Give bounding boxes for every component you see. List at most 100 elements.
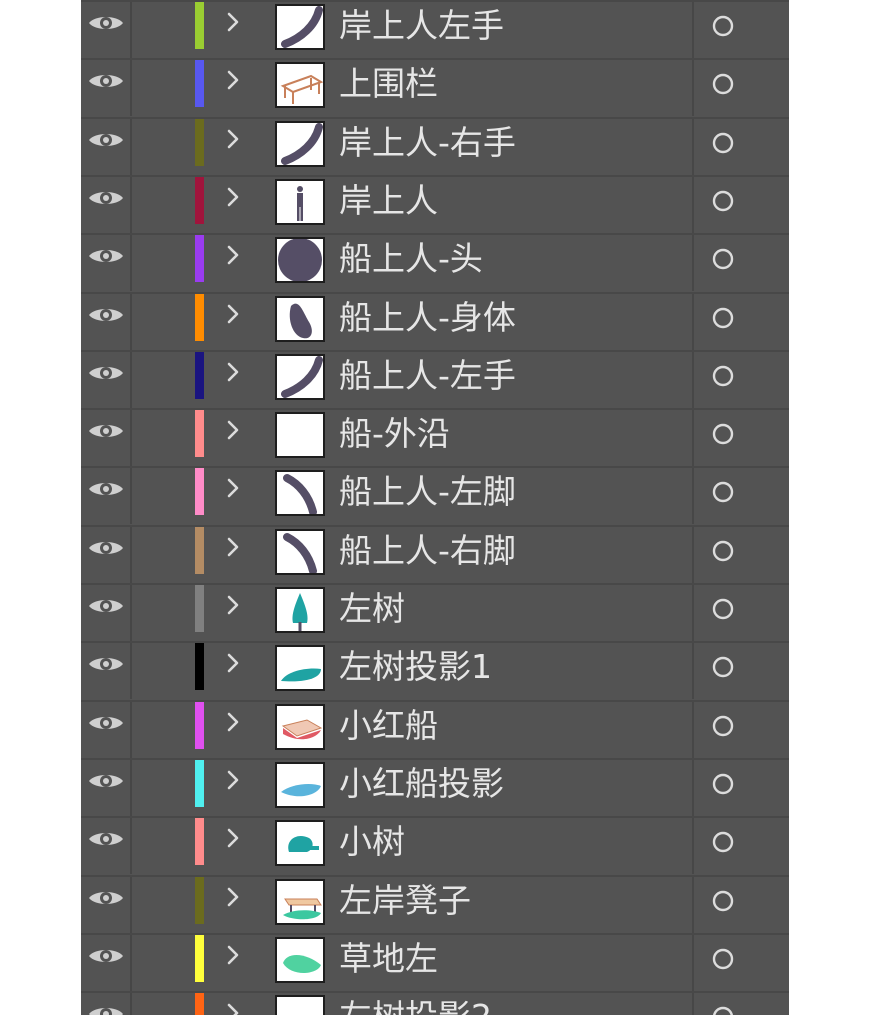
layer-name[interactable]: 上围栏 <box>339 60 438 108</box>
layer-name[interactable]: 左树 <box>339 585 405 633</box>
layer-name[interactable]: 船上人-右脚 <box>339 527 516 575</box>
expand-layer-button[interactable] <box>222 818 244 858</box>
visibility-toggle[interactable] <box>81 2 132 58</box>
layer-name[interactable]: 左树投影1 <box>339 643 492 691</box>
lock-toggle[interactable] <box>132 760 192 816</box>
layer-name[interactable]: 船上人-左脚 <box>339 468 516 516</box>
visibility-toggle[interactable] <box>81 818 132 875</box>
lock-toggle[interactable] <box>132 352 192 408</box>
target-layer-button[interactable] <box>711 422 735 446</box>
target-layer-button[interactable] <box>711 247 735 271</box>
lock-toggle[interactable] <box>132 935 192 991</box>
target-layer-button[interactable] <box>711 539 735 563</box>
layer-row[interactable]: 左树 <box>81 583 789 641</box>
lock-toggle[interactable] <box>132 818 192 874</box>
layer-name[interactable]: 小红船 <box>339 702 438 750</box>
target-layer-button[interactable] <box>711 889 735 913</box>
target-layer-button[interactable] <box>711 830 735 854</box>
layer-row[interactable]: 小红船 <box>81 699 789 758</box>
target-layer-button[interactable] <box>711 364 735 388</box>
expand-layer-button[interactable] <box>222 877 244 917</box>
layer-name[interactable]: 岸上人 <box>339 177 438 225</box>
target-layer-button[interactable] <box>711 655 735 679</box>
expand-layer-button[interactable] <box>222 760 244 800</box>
expand-layer-button[interactable] <box>222 702 244 742</box>
layer-name[interactable]: 船-外沿 <box>339 410 450 458</box>
layer-row[interactable]: 岸上人-右手 <box>81 116 789 175</box>
lock-toggle[interactable] <box>132 60 192 116</box>
lock-toggle[interactable] <box>132 177 192 233</box>
layer-name[interactable]: 船上人-头 <box>339 235 483 283</box>
expand-layer-button[interactable] <box>222 468 244 508</box>
visibility-toggle[interactable] <box>81 60 132 117</box>
lock-toggle[interactable] <box>132 294 192 350</box>
lock-toggle[interactable] <box>132 877 192 933</box>
lock-toggle[interactable] <box>132 585 192 641</box>
layer-name[interactable]: 左岸凳子 <box>339 877 471 925</box>
layer-row[interactable]: 左树投影2 <box>81 991 789 1015</box>
visibility-toggle[interactable] <box>81 410 132 467</box>
visibility-toggle[interactable] <box>81 351 132 408</box>
target-layer-button[interactable] <box>711 772 735 796</box>
visibility-toggle[interactable] <box>81 643 132 700</box>
layer-row[interactable]: 船-外沿 <box>81 408 789 467</box>
lock-toggle[interactable] <box>132 702 192 758</box>
target-layer-button[interactable] <box>711 947 735 971</box>
visibility-toggle[interactable] <box>81 526 132 583</box>
visibility-toggle[interactable] <box>81 759 132 816</box>
visibility-toggle[interactable] <box>81 235 132 292</box>
target-layer-button[interactable] <box>711 189 735 213</box>
expand-layer-button[interactable] <box>222 643 244 683</box>
layer-name[interactable]: 左树投影2 <box>339 993 492 1015</box>
target-layer-button[interactable] <box>711 1005 735 1015</box>
layer-row[interactable]: 小树 <box>81 816 789 875</box>
layer-row[interactable]: 船上人-头 <box>81 233 789 292</box>
layer-row[interactable]: 船上人-左脚 <box>81 466 789 525</box>
target-layer-button[interactable] <box>711 14 735 38</box>
lock-toggle[interactable] <box>132 235 192 291</box>
visibility-toggle[interactable] <box>81 293 132 350</box>
expand-layer-button[interactable] <box>222 352 244 392</box>
layer-name[interactable]: 船上人-左手 <box>339 352 516 400</box>
visibility-toggle[interactable] <box>81 585 132 641</box>
layer-name[interactable]: 岸上人-右手 <box>339 119 516 167</box>
layer-name[interactable]: 草地左 <box>339 935 438 983</box>
layer-row[interactable]: 岸上人 <box>81 174 789 233</box>
lock-toggle[interactable] <box>132 527 192 583</box>
expand-layer-button[interactable] <box>222 177 244 217</box>
expand-layer-button[interactable] <box>222 935 244 975</box>
layer-row[interactable]: 左岸凳子 <box>81 874 789 933</box>
lock-toggle[interactable] <box>132 643 192 699</box>
visibility-toggle[interactable] <box>81 876 132 933</box>
expand-layer-button[interactable] <box>222 993 244 1015</box>
layer-row[interactable]: 小红船投影 <box>81 757 789 816</box>
target-layer-button[interactable] <box>711 480 735 504</box>
layer-name[interactable]: 小树 <box>339 818 405 866</box>
visibility-toggle[interactable] <box>81 468 132 525</box>
target-layer-button[interactable] <box>711 714 735 738</box>
layer-row[interactable]: 船上人-右脚 <box>81 524 789 583</box>
layer-row[interactable]: 船上人-左手 <box>81 349 789 408</box>
lock-toggle[interactable] <box>132 2 192 58</box>
lock-toggle[interactable] <box>132 119 192 175</box>
lock-toggle[interactable] <box>132 410 192 466</box>
visibility-toggle[interactable] <box>81 934 132 991</box>
expand-layer-button[interactable] <box>222 527 244 567</box>
layer-row[interactable]: 上围栏 <box>81 58 789 117</box>
layer-row[interactable]: 岸上人左手 <box>81 0 789 58</box>
target-layer-button[interactable] <box>711 597 735 621</box>
target-layer-button[interactable] <box>711 131 735 155</box>
layer-row[interactable]: 草地左 <box>81 932 789 991</box>
layer-name[interactable]: 船上人-身体 <box>339 294 516 342</box>
target-layer-button[interactable] <box>711 306 735 330</box>
visibility-toggle[interactable] <box>81 118 132 175</box>
visibility-toggle[interactable] <box>81 993 132 1015</box>
layer-row[interactable]: 船上人-身体 <box>81 291 789 350</box>
visibility-toggle[interactable] <box>81 176 132 233</box>
expand-layer-button[interactable] <box>222 585 244 625</box>
layer-name[interactable]: 小红船投影 <box>339 760 504 808</box>
expand-layer-button[interactable] <box>222 119 244 159</box>
expand-layer-button[interactable] <box>222 60 244 100</box>
lock-toggle[interactable] <box>132 993 192 1015</box>
visibility-toggle[interactable] <box>81 701 132 758</box>
